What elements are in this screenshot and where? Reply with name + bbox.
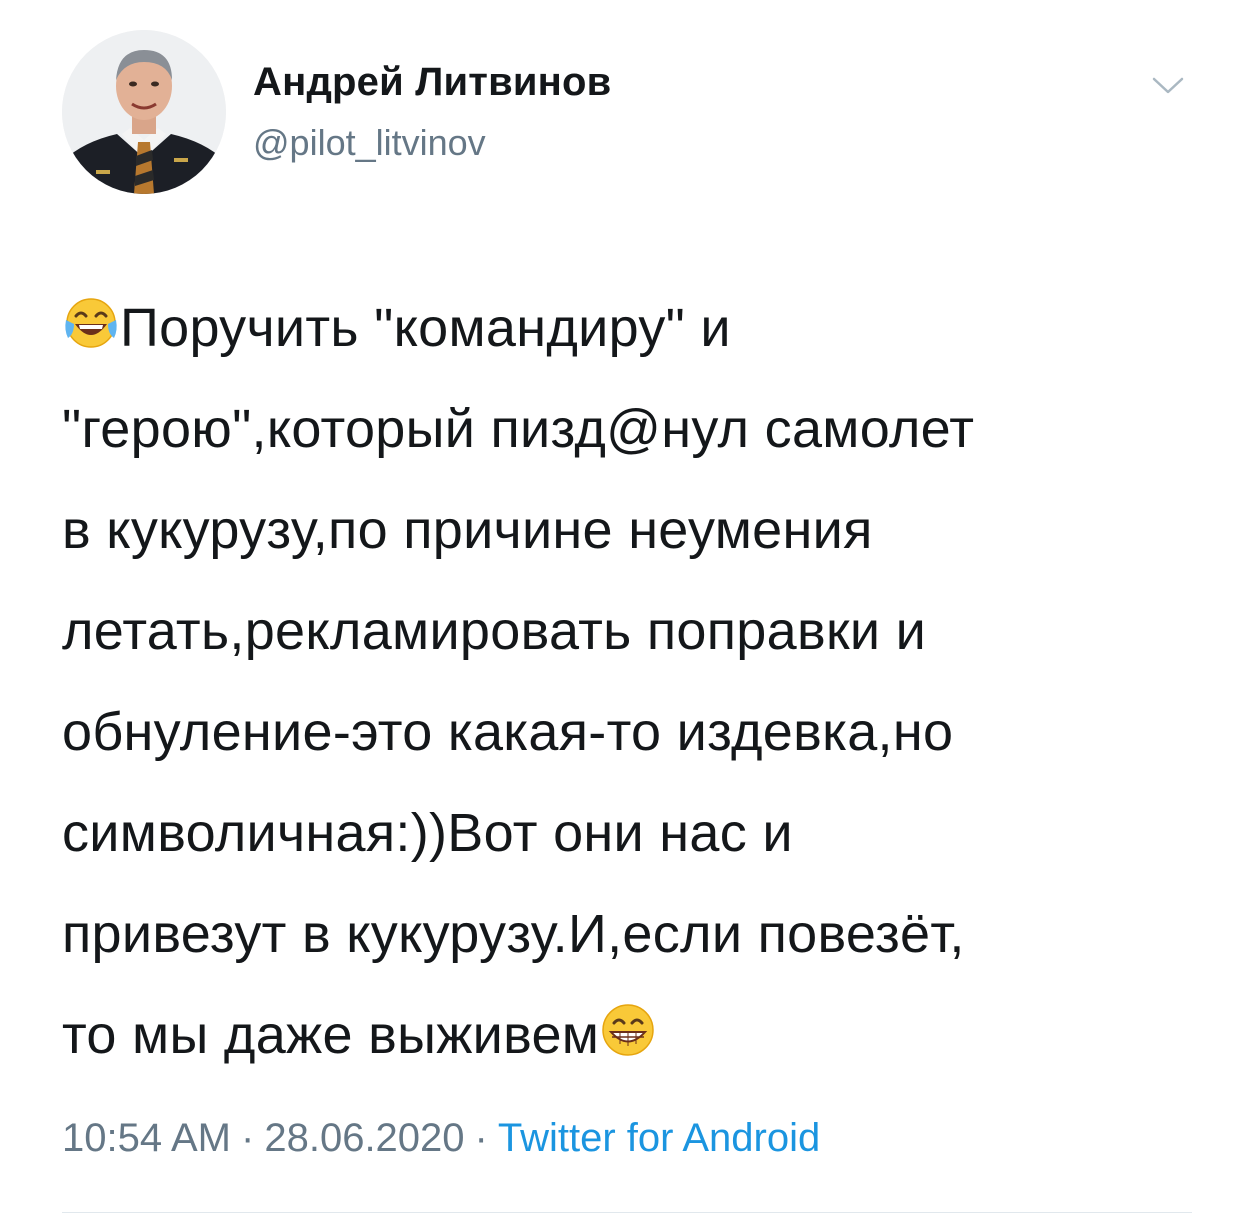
meta-separator: · [241, 1116, 255, 1160]
face-with-tears-of-joy-emoji [62, 294, 120, 352]
divider [62, 1212, 1192, 1213]
author-handle[interactable]: @pilot_litvinov [253, 122, 486, 164]
tweet-meta: 10:54 AM · 28.06.2020 · Twitter for Android [62, 1116, 820, 1161]
avatar[interactable] [62, 30, 226, 194]
tweet-line: летать,рекламировать поправки и [62, 601, 927, 661]
tweet-time[interactable]: 10:54 AM [62, 1116, 231, 1160]
tweet-line: Поручить "командиру" и [62, 278, 1192, 379]
chevron-down-icon [1152, 77, 1184, 94]
tweet-line: в кукурузу,по причине неумения [62, 500, 873, 560]
tweet-line: "герою",который пизд@нул самолет [62, 399, 975, 459]
more-menu-button[interactable] [1148, 70, 1188, 100]
tweet-source-link[interactable]: Twitter for Android [498, 1116, 820, 1160]
tweet-date[interactable]: 28.06.2020 [264, 1116, 464, 1160]
tweet-line-text: Поручить "командиру" и [120, 298, 731, 358]
grinning-face-with-smiling-eyes-emoji [599, 1001, 657, 1059]
tweet-text: Поручить "командиру" и "герою",который п… [62, 278, 1192, 1086]
tweet-line: символичная:))Вот они нас и [62, 803, 793, 863]
tweet-line-text: то мы даже выживем [62, 1005, 600, 1065]
avatar-image [62, 30, 226, 194]
meta-separator: · [474, 1116, 488, 1160]
tweet-line: привезут в кукурузу.И,если повезёт, [62, 904, 965, 964]
tweet-line: обнуление-это какая-то издевка,но [62, 702, 954, 762]
author-name[interactable]: Андрей Литвинов [253, 60, 611, 105]
tweet-line: то мы даже выживем [62, 985, 1192, 1086]
